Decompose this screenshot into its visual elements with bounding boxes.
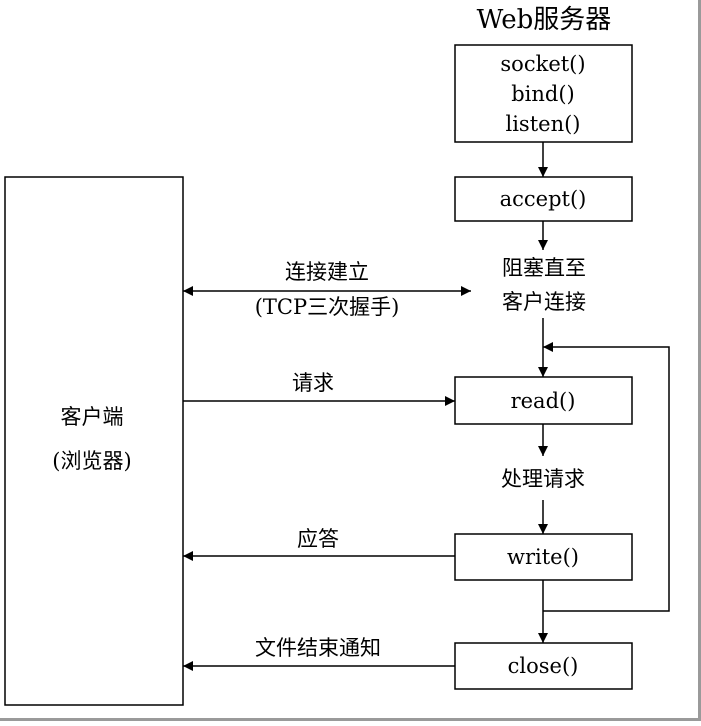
block-label-line1: 阻塞直至	[502, 256, 586, 280]
client-label-line1: 客户端	[61, 405, 124, 429]
server-title: Web服务器	[477, 5, 612, 35]
response-label: 应答	[297, 527, 339, 551]
eof-label: 文件结束通知	[255, 636, 381, 660]
client-box	[4, 176, 184, 706]
diagram-frame: Web服务器 客户端 (浏览器) socket() bind() listen(…	[0, 0, 701, 721]
connect-label-line1: 连接建立	[285, 260, 369, 284]
block-label-line2: 客户连接	[502, 290, 586, 314]
accept-call-label: accept()	[500, 187, 587, 211]
connect-label-line2: (TCP三次握手)	[255, 295, 400, 319]
close-call-label: close()	[508, 654, 579, 678]
bind-call-label: bind()	[511, 82, 575, 106]
client-label-line2: (浏览器)	[52, 449, 131, 473]
listen-call-label: listen()	[506, 112, 581, 136]
process-label: 处理请求	[501, 467, 585, 491]
read-call-label: read()	[511, 389, 576, 413]
socket-flow-diagram: Web服务器 客户端 (浏览器) socket() bind() listen(…	[4, 5, 670, 706]
write-call-label: write()	[507, 545, 579, 569]
request-label: 请求	[292, 371, 334, 395]
socket-call-label: socket()	[500, 52, 585, 76]
